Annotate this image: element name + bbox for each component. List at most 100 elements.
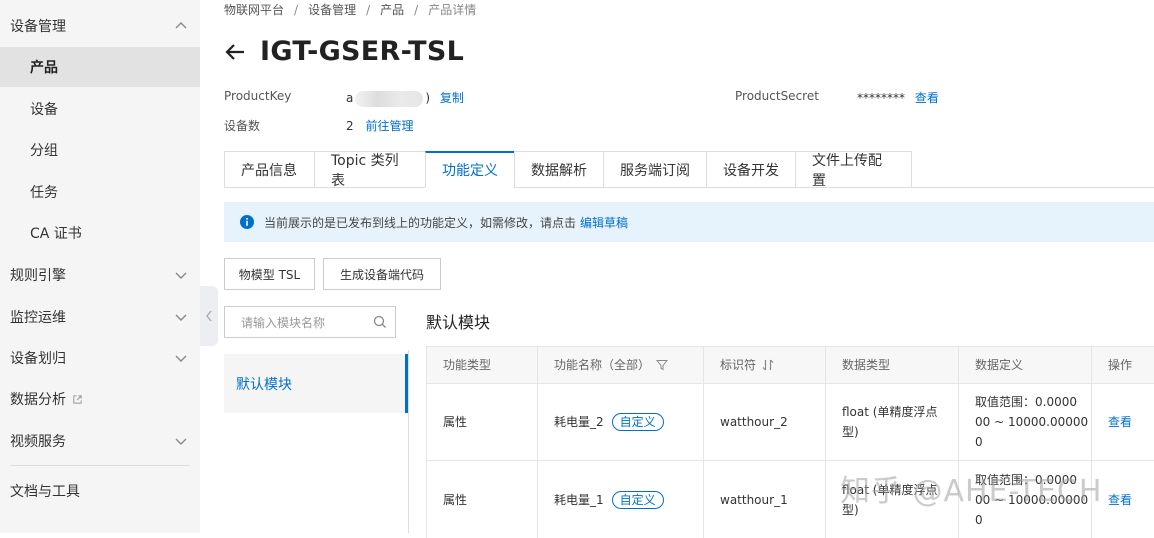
cell-identifier: watthour_2 [703, 384, 825, 460]
tsl-button[interactable]: 物模型 TSL [224, 258, 315, 290]
tab-data-parsing[interactable]: 数据解析 [514, 151, 603, 188]
sidebar-group-docs-tools[interactable]: 文档与工具 [0, 471, 200, 511]
device-count-label: 设备数 [224, 119, 261, 133]
data-type-line: float (单精度浮点 [842, 405, 938, 419]
tab-function-definition[interactable]: 功能定义 [425, 151, 514, 188]
product-key-label: ProductKey [224, 89, 292, 103]
sidebar-group-label: 文档与工具 [10, 484, 80, 500]
definition-line: 取值范围：0.0000 [975, 395, 1077, 409]
tab-device-development[interactable]: 设备开发 [706, 151, 795, 188]
device-count-value: 2 前往管理 [346, 117, 413, 134]
col-header-identifier[interactable]: 标识符 [703, 347, 825, 383]
copy-link[interactable]: 复制 [440, 91, 464, 105]
sidebar-item-product[interactable]: 产品 [0, 47, 200, 87]
external-link-icon [73, 394, 82, 404]
definition-line: 00 ~ 10000.00000 [975, 415, 1089, 429]
sidebar-group-label: 规则引擎 [10, 268, 66, 284]
product-secret-value: ******** 查看 [857, 89, 939, 106]
module-search-input[interactable]: 请输入模块名称 [224, 306, 396, 338]
cell-function-type: 属性 [426, 461, 537, 538]
notice-text: 当前展示的是已发布到线上的功能定义，如需修改，请点击 [264, 215, 577, 230]
product-key-prefix: a [346, 91, 354, 105]
tab-file-upload-config[interactable]: 文件上传配置 [795, 151, 912, 189]
chevron-left-icon [206, 310, 212, 322]
info-icon [240, 215, 254, 229]
cell-data-type: float (单精度浮点 型) [825, 384, 958, 460]
table-header-row: 功能类型 功能名称（全部） 标识符 数据类型 数据定义 操作 [426, 346, 1154, 384]
sidebar-group-device-management[interactable]: 设备管理 [0, 6, 200, 46]
sidebar-item-ca-cert[interactable]: CA 证书 [0, 213, 200, 253]
view-secret-link[interactable]: 查看 [915, 91, 939, 105]
sidebar-item-label: 设备 [30, 102, 58, 118]
product-secret-label: ProductSecret [735, 89, 819, 103]
page-title: IGT-GSER-TSL [260, 36, 465, 67]
generate-device-code-button[interactable]: 生成设备端代码 [323, 258, 441, 290]
chevron-down-icon [175, 355, 187, 362]
chevron-down-icon [175, 272, 187, 279]
cell-function-name: 耗电量_2 自定义 [537, 384, 703, 460]
custom-tag: 自定义 [611, 413, 664, 431]
module-list-item-default[interactable]: 默认模块 [224, 354, 408, 413]
function-name: 耗电量_1 [554, 492, 604, 507]
manage-devices-link[interactable]: 前往管理 [365, 119, 413, 133]
cell-function-type: 属性 [426, 384, 537, 460]
breadcrumb-product-detail: 产品详情 [428, 3, 477, 17]
search-icon[interactable] [373, 315, 387, 329]
info-notice: 当前展示的是已发布到线上的功能定义，如需修改，请点击 编辑草稿 [224, 202, 1154, 242]
table-row: 属性 耗电量_2 自定义 watthour_2 float (单精度浮点 型) 取… [426, 384, 1154, 461]
col-header-label: 功能名称（全部） [554, 358, 651, 372]
col-header-data-type: 数据类型 [825, 347, 958, 383]
sidebar-item-label: 分组 [30, 143, 58, 159]
sidebar-item-group[interactable]: 分组 [0, 130, 200, 170]
breadcrumb-device-management[interactable]: 设备管理 [308, 3, 356, 17]
edit-draft-link[interactable]: 编辑草稿 [580, 214, 628, 231]
sidebar-group-data-analytics[interactable]: 数据分析 [0, 379, 200, 419]
cell-identifier: watthour_1 [703, 461, 825, 538]
definition-line: 0 [975, 435, 983, 449]
tab-bar: 产品信息 Topic 类列表 功能定义 数据解析 服务端订阅 设备开发 文件上传… [224, 151, 912, 189]
sidebar-group-label: 数据分析 [10, 392, 66, 408]
tab-server-subscription[interactable]: 服务端订阅 [603, 151, 706, 188]
sidebar-item-label: 产品 [30, 60, 58, 76]
cell-data-definition: 取值范围：0.0000 00 ~ 10000.00000 0 [958, 384, 1091, 460]
sidebar-group-video-service[interactable]: 视频服务 [0, 421, 200, 461]
data-type-line: 型) [842, 425, 859, 439]
sidebar-group-label: 监控运维 [10, 310, 66, 326]
col-header-function-type: 功能类型 [426, 347, 537, 383]
col-header-actions: 操作 [1091, 347, 1154, 383]
breadcrumb-iot-platform[interactable]: 物联网平台 [224, 3, 284, 17]
title-row: IGT-GSER-TSL [224, 36, 464, 67]
cell-function-name: 耗电量_1 自定义 [537, 461, 703, 538]
breadcrumb-product[interactable]: 产品 [380, 3, 404, 17]
chevron-down-icon [175, 438, 187, 445]
device-count-number: 2 [346, 119, 354, 133]
view-action-link[interactable]: 查看 [1108, 490, 1132, 510]
col-header-function-name[interactable]: 功能名称（全部） [537, 347, 703, 383]
section-title: 默认模块 [426, 313, 491, 332]
col-header-label: 标识符 [720, 358, 757, 372]
view-action-link[interactable]: 查看 [1108, 412, 1132, 432]
chevron-down-icon [175, 314, 187, 321]
sidebar-group-monitoring[interactable]: 监控运维 [0, 297, 200, 337]
sidebar-group-label: 设备划归 [10, 351, 66, 367]
sidebar-item-label: CA 证书 [30, 226, 82, 242]
definition-line: 0 [975, 512, 983, 527]
col-header-data-definition: 数据定义 [958, 347, 1091, 383]
search-placeholder: 请输入模块名称 [241, 315, 326, 330]
sidebar-group-device-zoning[interactable]: 设备划归 [0, 338, 200, 378]
back-arrow-icon[interactable] [224, 41, 246, 63]
sidebar-group-label: 设备管理 [10, 19, 66, 35]
sidebar-collapse-handle[interactable] [200, 286, 218, 346]
watermark: 知乎 @AHE-TECH [840, 474, 1103, 509]
product-secret-mask: ******** [857, 91, 905, 105]
sidebar-item-label: 任务 [30, 185, 58, 201]
sidebar-item-device[interactable]: 设备 [0, 89, 200, 129]
function-name: 耗电量_2 [554, 415, 604, 429]
sidebar-group-rules-engine[interactable]: 规则引擎 [0, 255, 200, 295]
tab-product-info[interactable]: 产品信息 [224, 151, 314, 188]
filter-icon[interactable] [656, 359, 669, 371]
sidebar-item-task[interactable]: 任务 [0, 172, 200, 212]
sort-icon[interactable] [762, 359, 774, 371]
custom-tag: 自定义 [611, 490, 664, 509]
tab-topic-list[interactable]: Topic 类列表 [314, 151, 425, 189]
